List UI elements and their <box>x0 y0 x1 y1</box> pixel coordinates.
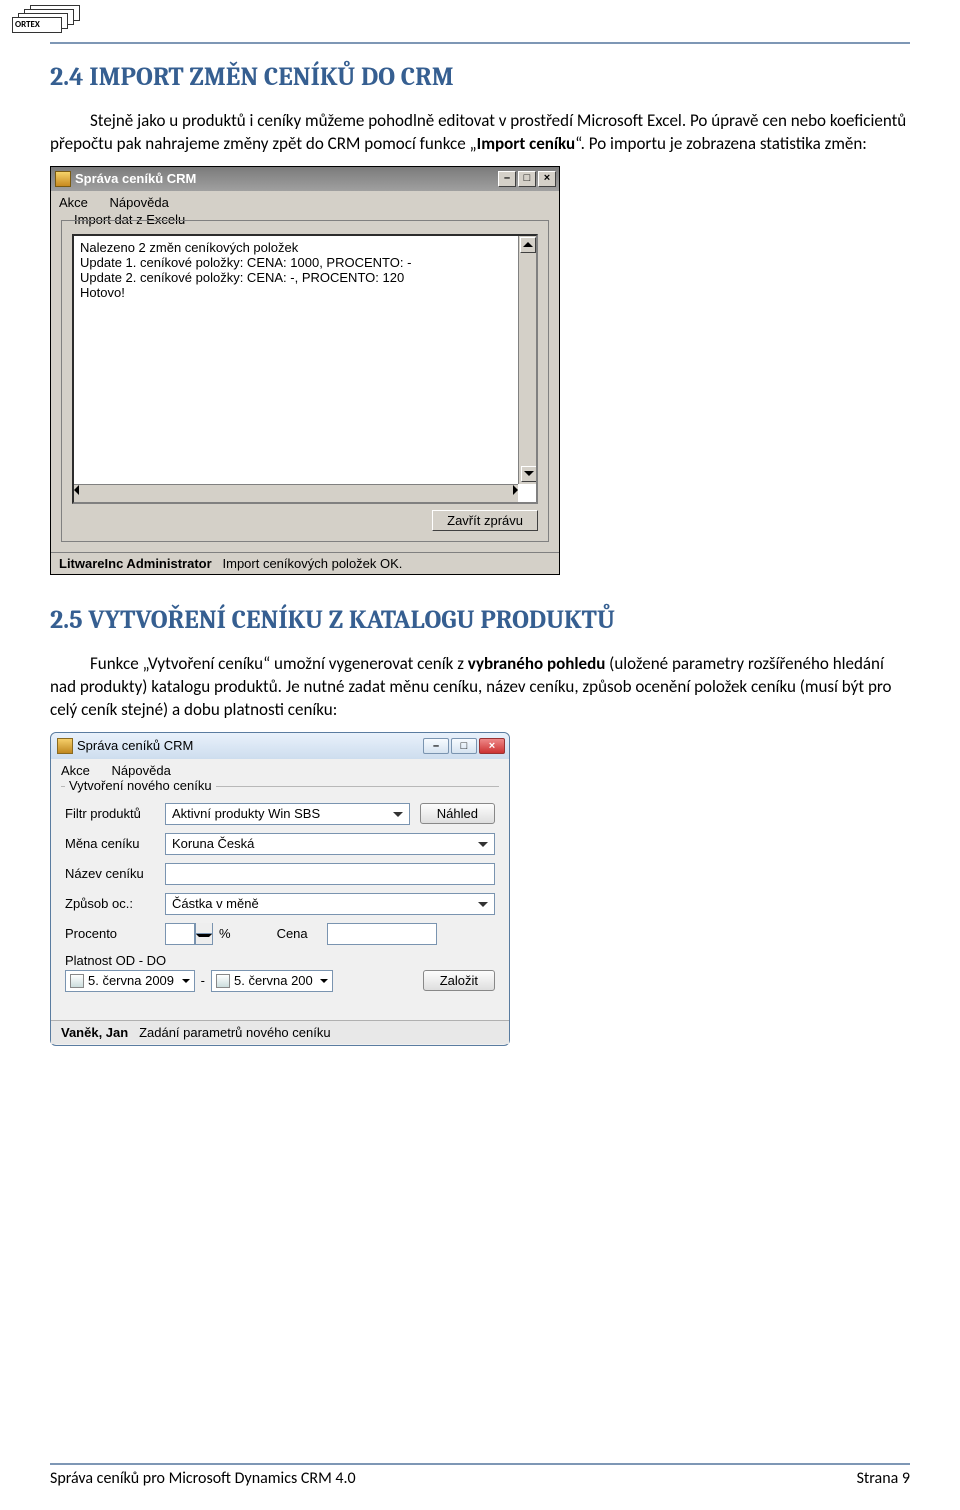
scroll-left-icon[interactable] <box>74 485 79 502</box>
create-button[interactable]: Založit <box>423 970 495 991</box>
minimize-button[interactable]: – <box>498 171 516 187</box>
window-titlebar: Správa ceníků CRM – □ × <box>51 167 559 191</box>
name-label: Název ceníku <box>65 866 165 881</box>
footer-right: Strana 9 <box>857 1469 910 1488</box>
close-report-button[interactable]: Zavřít zprávu <box>432 510 538 531</box>
logo: ORTEX <box>12 5 84 35</box>
validity-label: Platnost OD - DO <box>65 953 166 968</box>
screenshot-create-pricelist-dialog: Správa ceníků CRM – □ × Akce Nápověda Vy… <box>50 732 510 1046</box>
filter-dropdown[interactable]: Aktivní produkty Win SBS <box>165 803 410 825</box>
page-footer: Správa ceníků pro Microsoft Dynamics CRM… <box>50 1463 910 1488</box>
menu-napoveda[interactable]: Nápověda <box>112 763 171 778</box>
percent-spinner[interactable] <box>195 923 213 945</box>
app-icon <box>57 738 73 754</box>
date-from-picker[interactable]: 5. června 2009 <box>65 970 195 992</box>
price-input[interactable] <box>327 923 437 945</box>
calendar-icon <box>216 974 230 988</box>
spin-up-icon[interactable] <box>196 924 212 934</box>
menu-akce[interactable]: Akce <box>59 195 88 210</box>
header-rule <box>50 42 910 44</box>
status-user: LitwareInc Administrator <box>59 556 212 571</box>
calendar-icon <box>70 974 84 988</box>
footer-left: Správa ceníků pro Microsoft Dynamics CRM… <box>50 1469 356 1488</box>
section-heading-2-5: 2.5 VYTVOŘENÍ CENÍKU Z KATALOGU PRODUKTŮ <box>50 605 910 635</box>
group-label: Vytvoření nového ceníku <box>65 778 216 793</box>
status-user: Vaněk, Jan <box>61 1025 128 1040</box>
horizontal-scrollbar[interactable] <box>74 484 518 502</box>
menu-akce[interactable]: Akce <box>61 763 90 778</box>
create-group: Vytvoření nového ceníku Filtr produktů A… <box>61 786 499 1006</box>
scroll-down-icon[interactable] <box>521 466 537 482</box>
close-button[interactable]: × <box>479 738 505 754</box>
maximize-button[interactable]: □ <box>518 171 536 187</box>
import-group: Nalezeno 2 změn ceníkových položek Updat… <box>61 220 549 542</box>
window-titlebar: Správa ceníků CRM – □ × <box>51 733 509 759</box>
vertical-scrollbar[interactable] <box>518 236 536 484</box>
status-bar: Vaněk, Jan Zadání parametrů nového ceník… <box>51 1020 509 1044</box>
minimize-button[interactable]: – <box>423 738 449 754</box>
method-dropdown[interactable]: Částka v měně <box>165 893 495 915</box>
method-label: Způsob oc.: <box>65 896 165 911</box>
percent-suffix: % <box>219 926 231 941</box>
maximize-button[interactable]: □ <box>451 738 477 754</box>
filter-label: Filtr produktů <box>65 806 165 821</box>
status-bar: LitwareInc Administrator Import ceníkový… <box>51 552 559 574</box>
spin-down-icon[interactable] <box>196 934 212 944</box>
menu-bar: Akce Nápověda <box>51 191 559 214</box>
log-textarea[interactable]: Nalezeno 2 změn ceníkových položek Updat… <box>72 234 538 504</box>
app-icon <box>55 171 71 187</box>
scroll-right-icon[interactable] <box>513 485 518 502</box>
window-title: Správa ceníků CRM <box>77 738 421 753</box>
menu-napoveda[interactable]: Nápověda <box>110 195 169 210</box>
currency-dropdown[interactable]: Koruna Česká <box>165 833 495 855</box>
section-heading-2-4: 2.4 IMPORT ZMĚN CENÍKŮ DO CRM <box>50 62 910 92</box>
window-title: Správa ceníků CRM <box>75 171 496 186</box>
date-to-picker[interactable]: 5. června 200 <box>211 970 333 992</box>
name-input[interactable] <box>165 863 495 885</box>
percent-label: Procento <box>65 926 165 941</box>
percent-input[interactable] <box>165 923 195 945</box>
section-2-5-paragraph: Funkce „Vytvoření ceníku“ umožní vygener… <box>50 653 910 722</box>
date-separator: - <box>201 973 205 988</box>
status-message: Import ceníkových položek OK. <box>223 556 403 571</box>
section-2-4-paragraph: Stejně jako u produktů i ceníky můžeme p… <box>50 110 910 156</box>
close-button[interactable]: × <box>538 171 556 187</box>
screenshot-import-dialog: Správa ceníků CRM – □ × Akce Nápověda Na… <box>50 166 560 575</box>
status-message: Zadání parametrů nového ceníku <box>139 1025 331 1040</box>
scroll-up-icon[interactable] <box>520 237 536 253</box>
preview-button[interactable]: Náhled <box>420 803 495 824</box>
currency-label: Měna ceníku <box>65 836 165 851</box>
price-label: Cena <box>277 926 327 941</box>
